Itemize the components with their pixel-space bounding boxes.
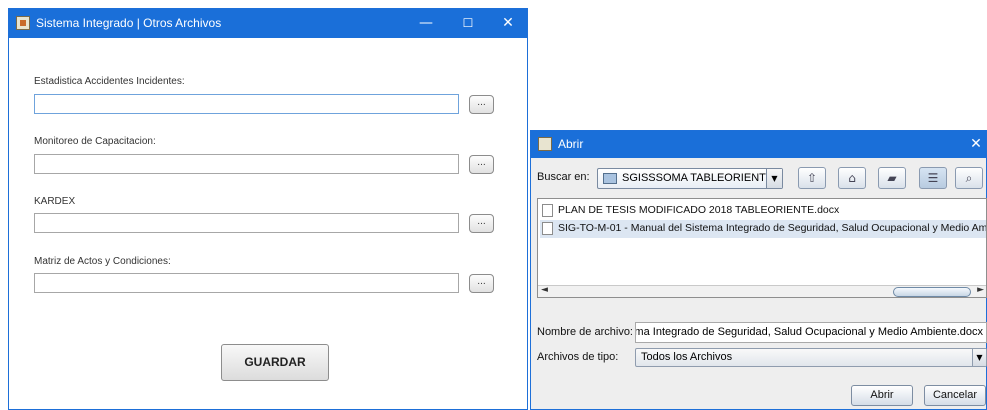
new-folder-button[interactable]: ▰ <box>878 167 906 189</box>
filetype-value: Todos los Archivos <box>641 351 733 363</box>
list-view-button[interactable]: ☰ <box>919 167 947 189</box>
chevron-down-icon[interactable]: ▼ <box>766 169 782 188</box>
folder-up-icon: ⇧ <box>806 171 818 185</box>
list-view-icon: ☰ <box>927 171 939 185</box>
file-name: SIG-TO-M-01 - Manual del Sistema Integra… <box>558 222 987 234</box>
document-icon <box>542 204 553 217</box>
look-in-label: Buscar en: <box>537 171 590 183</box>
folder-icon <box>603 173 617 184</box>
filetype-combo[interactable]: Todos los Archivos ▼ <box>635 348 987 367</box>
main-titlebar[interactable]: Sistema Integrado | Otros Archivos — ☐ ✕ <box>9 9 527 38</box>
estadistica-field[interactable] <box>34 94 459 114</box>
main-form: Estadistica Accidentes Incidentes: ... M… <box>9 38 527 409</box>
java-app-icon <box>538 137 552 151</box>
kardex-browse-button[interactable]: ... <box>469 214 494 233</box>
estadistica-browse-button[interactable]: ... <box>469 95 494 114</box>
maximize-button[interactable]: ☐ <box>449 9 487 38</box>
dialog-close-button[interactable]: ✕ <box>966 131 986 158</box>
look-in-combo[interactable]: SGISSSOMA TABLEORIENTE ▼ <box>597 168 783 189</box>
scroll-right-icon[interactable]: ► <box>977 285 984 295</box>
home-icon: ⌂ <box>848 171 856 185</box>
document-icon <box>542 222 553 235</box>
estadistica-label: Estadistica Accidentes Incidentes: <box>34 76 185 87</box>
matriz-field[interactable] <box>34 273 459 293</box>
java-app-icon <box>16 16 30 30</box>
open-button[interactable]: Abrir <box>851 385 913 406</box>
main-window: Sistema Integrado | Otros Archivos — ☐ ✕… <box>8 8 528 410</box>
filename-label: Nombre de archivo: <box>537 326 633 338</box>
filename-value: SIG-TO-M-01 - Manual del Sistema Integra… <box>635 326 983 338</box>
file-list[interactable]: PLAN DE TESIS MODIFICADO 2018 TABLEORIEN… <box>537 198 987 298</box>
home-button[interactable]: ⌂ <box>838 167 866 189</box>
kardex-label: KARDEX <box>34 196 76 207</box>
main-window-title: Sistema Integrado | Otros Archivos <box>36 16 222 30</box>
file-name: PLAN DE TESIS MODIFICADO 2018 TABLEORIEN… <box>558 204 840 216</box>
monitoreo-label: Monitoreo de Capacitacion: <box>34 136 156 147</box>
scrollbar-thumb[interactable] <box>893 287 971 297</box>
horizontal-scrollbar[interactable]: ◄ ► <box>538 285 986 297</box>
file-row-selected[interactable]: SIG-TO-M-01 - Manual del Sistema Integra… <box>540 220 987 238</box>
file-row[interactable]: PLAN DE TESIS MODIFICADO 2018 TABLEORIEN… <box>540 202 986 220</box>
new-folder-icon: ▰ <box>887 171 897 185</box>
scroll-left-icon[interactable]: ◄ <box>541 285 548 295</box>
monitoreo-field[interactable] <box>34 154 459 174</box>
details-view-icon: ⌕ <box>965 171 973 185</box>
chevron-down-icon[interactable]: ▼ <box>972 349 986 366</box>
folder-up-button[interactable]: ⇧ <box>798 167 826 189</box>
look-in-value: SGISSSOMA TABLEORIENTE <box>622 172 774 184</box>
open-file-dialog: Abrir ✕ Buscar en: SGISSSOMA TABLEORIENT… <box>530 130 987 410</box>
filetype-label: Archivos de tipo: <box>537 351 619 363</box>
dialog-titlebar[interactable]: Abrir ✕ <box>531 131 986 158</box>
dialog-title: Abrir <box>558 137 584 151</box>
close-button[interactable]: ✕ <box>489 9 527 38</box>
minimize-button[interactable]: — <box>407 9 445 38</box>
cancel-button[interactable]: Cancelar <box>924 385 986 406</box>
guardar-button[interactable]: GUARDAR <box>221 344 329 381</box>
monitoreo-browse-button[interactable]: ... <box>469 155 494 174</box>
details-view-button[interactable]: ⌕ <box>955 167 983 189</box>
matriz-label: Matriz de Actos y Condiciones: <box>34 256 171 267</box>
filename-input[interactable]: SIG-TO-M-01 - Manual del Sistema Integra… <box>635 322 987 343</box>
kardex-field[interactable] <box>34 213 459 233</box>
matriz-browse-button[interactable]: ... <box>469 274 494 293</box>
